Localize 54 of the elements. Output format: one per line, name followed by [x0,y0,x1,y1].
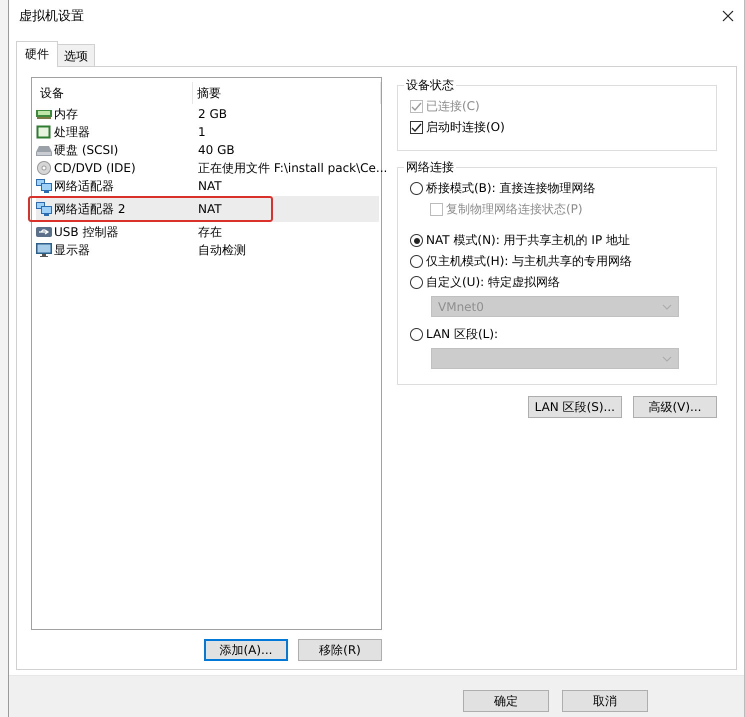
radio-label[interactable]: 桥接模式(B): 直接连接物理网络 [426,180,596,197]
tab[interactable]: 硬件 [16,41,58,67]
device-name[interactable]: 显示器 [54,242,90,258]
radio-label[interactable]: NAT 模式(N): 用于共享主机的 IP 地址 [426,232,630,249]
device-summary: 1 [197,125,207,139]
check-icon [410,101,423,112]
chevron-down-icon [662,356,672,362]
radio-button[interactable] [410,234,423,247]
radio-label[interactable]: 仅主机模式(H): 与主机共享的专用网络 [426,253,632,270]
device-summary: 存在 [197,224,223,240]
device-summary: 40 GB [197,143,236,157]
column-header[interactable]: 设备 [36,82,193,104]
device-summary: NAT [197,202,223,216]
disc-icon [36,161,52,175]
checkbox[interactable] [410,121,423,134]
device-summary: 自动检测 [197,242,247,258]
dialog-button[interactable]: 确定 [463,690,549,712]
check-icon [410,122,423,133]
monitors-icon [36,202,52,216]
tab[interactable]: 选项 [57,44,95,66]
device-name[interactable]: 处理器 [54,124,90,140]
network-button[interactable]: 高级(V)... [633,396,717,418]
chip-icon [36,125,52,139]
list-button[interactable]: 添加(A)... [204,639,288,661]
radio-button[interactable] [410,328,423,341]
dialog-button[interactable]: 取消 [562,690,648,712]
column-header[interactable]: 摘要 [193,82,381,104]
device-name[interactable]: 网络适配器 2 [54,200,126,218]
radio-label[interactable]: LAN 区段(L): [426,326,498,343]
group-title: 网络连接 [405,159,455,176]
device-name[interactable]: 网络适配器 [54,178,114,194]
selected-row[interactable]: 网络适配器 2 NAT [28,196,379,222]
list-button[interactable]: 移除(R) [298,639,382,661]
radio-button[interactable] [410,276,423,289]
monitor-icon [36,243,52,257]
device-name[interactable]: 内存 [54,106,78,122]
device-name[interactable]: USB 控制器 [54,224,118,240]
monitors-icon [36,179,52,193]
radio-label[interactable]: 自定义(U): 特定虚拟网络 [426,274,560,291]
device-name[interactable]: CD/DVD (IDE) [54,161,136,175]
radio-button[interactable] [410,255,423,268]
usb-icon [36,225,52,239]
device-name[interactable]: 硬盘 (SCSI) [54,142,118,158]
chevron-down-icon [662,304,672,310]
dropdown-value: VMnet0 [438,300,484,314]
memory-icon [36,107,52,121]
network-button[interactable]: LAN 区段(S)... [528,396,622,418]
group-title: 设备状态 [405,77,455,94]
close-icon[interactable] [722,10,734,22]
radio-button[interactable] [410,182,423,195]
window-title: 虚拟机设置 [19,8,84,25]
device-summary: 2 GB [197,107,228,121]
device-summary: NAT [197,179,223,193]
checkbox-label[interactable]: 启动时连接(O) [426,119,505,136]
